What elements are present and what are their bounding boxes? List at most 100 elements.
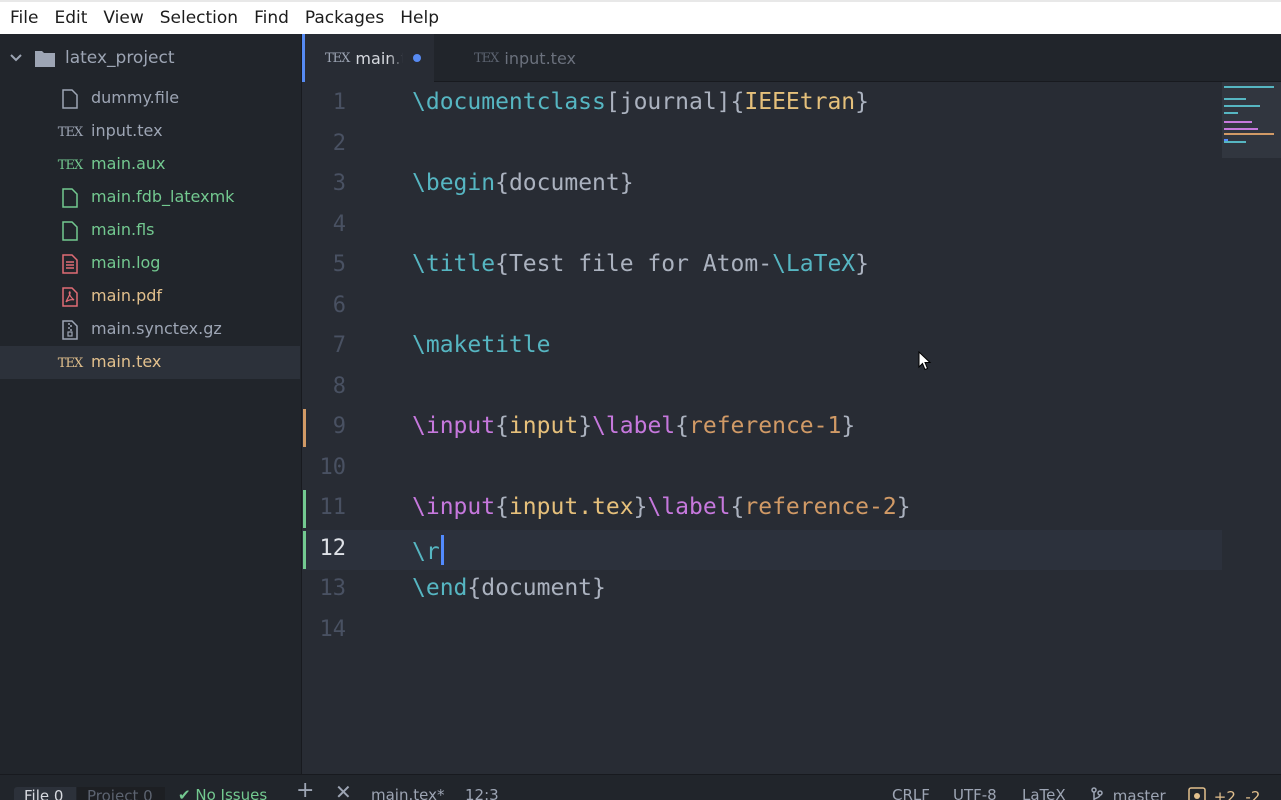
file-label: main.tex	[91, 352, 162, 371]
editor-line[interactable]: 14	[302, 611, 1222, 651]
modified-indicator-icon[interactable]	[413, 54, 422, 62]
editor-line[interactable]: 8	[302, 368, 1222, 408]
chevron-down-icon[interactable]	[10, 52, 22, 64]
editor-line[interactable]: 6	[302, 287, 1222, 327]
minimap[interactable]	[1222, 82, 1281, 158]
linter-file-tab[interactable]: File 0	[14, 787, 76, 800]
syntax-token: Test file for Atom-	[508, 251, 773, 277]
tree-file-item[interactable]: dummy.file	[0, 82, 300, 115]
cursor-position[interactable]: 12:3	[465, 787, 499, 800]
editor-line[interactable]: 2	[302, 125, 1222, 165]
file-icon	[60, 89, 80, 109]
syntax-token: {	[675, 413, 690, 439]
minimap-line	[1224, 141, 1246, 143]
syntax-token: IEEEtran	[744, 89, 856, 115]
file-path[interactable]: main.tex*	[371, 787, 444, 800]
issues-label: No Issues	[195, 786, 268, 800]
editor-line[interactable]: 9 \input{input}\label{reference-1}	[302, 408, 1222, 448]
syntax-token: \LaTeX	[772, 251, 856, 277]
tree-file-item[interactable]: main.log	[0, 247, 300, 280]
syntax-token: }	[855, 251, 870, 277]
line-number: 1	[332, 90, 346, 115]
tab-bar: TEX main.tex TEX input.tex	[302, 34, 1281, 82]
syntax-token: ]{	[716, 89, 745, 115]
line-number: 11	[319, 495, 347, 520]
project-root-folder[interactable]: latex_project	[0, 42, 300, 76]
text-cursor	[440, 534, 444, 565]
tree-file-item[interactable]: TEX main.tex	[0, 346, 300, 379]
folder-icon	[35, 51, 55, 67]
line-number: 3	[332, 171, 346, 196]
syntax-token: input	[508, 413, 579, 439]
menu-selection[interactable]: Selection	[152, 3, 246, 33]
tree-file-item[interactable]: TEX main.aux	[0, 148, 300, 181]
tree-file-item[interactable]: main.pdf	[0, 280, 300, 313]
x-icon[interactable]: ✕	[335, 782, 352, 800]
tree-file-item[interactable]: main.fls	[0, 214, 300, 247]
tex-icon: TEX	[58, 353, 83, 373]
editor-line[interactable]: 7 \maketitle	[302, 327, 1222, 367]
syntax-token: {	[730, 494, 745, 520]
minimap-line	[1224, 98, 1246, 100]
menu-view[interactable]: View	[95, 3, 151, 33]
diff-label: +2, -2	[1213, 788, 1261, 800]
line-number: 4	[332, 211, 346, 237]
file-label: main.fls	[91, 220, 155, 239]
text-editor[interactable]: 1 \documentclass[journal]{IEEEtran} 2 3 \beg…	[302, 82, 1281, 774]
file-icon	[60, 188, 80, 208]
editor-line[interactable]: 11 \input{input.tex}\label{reference-2}	[302, 489, 1222, 529]
code-text: \end{document}	[412, 575, 606, 601]
syntax-token: {	[467, 575, 482, 601]
syntax-token: \label	[592, 413, 676, 439]
code-text: \input{input.tex}\label{reference-2}	[412, 494, 911, 520]
syntax-token: }	[633, 494, 648, 520]
syntax-token: }	[841, 413, 856, 439]
line-number: 12	[319, 535, 347, 561]
zip-file-icon	[60, 320, 80, 340]
code-text: \input{input}\label{reference-1}	[412, 413, 855, 439]
tab-main-tex[interactable]: TEX main.tex	[302, 34, 434, 82]
minimap-line	[1224, 86, 1274, 88]
editor-line[interactable]: 1 \documentclass[journal]{IEEEtran}	[302, 84, 1222, 124]
tab-input-tex[interactable]: TEX input.tex	[454, 34, 584, 82]
tab-title: main.tex	[355, 48, 403, 68]
editor-line[interactable]: 4	[302, 206, 1222, 246]
menu-file[interactable]: File	[2, 3, 46, 33]
git-branch[interactable]: master	[1090, 787, 1166, 800]
file-label: dummy.file	[91, 88, 180, 107]
line-ending-selector[interactable]: CRLF	[892, 787, 930, 800]
editor-line[interactable]: 13 \end{document}	[302, 570, 1222, 610]
syntax-token: }	[619, 170, 634, 196]
minimap-line	[1224, 112, 1238, 114]
file-label: input.tex	[91, 121, 163, 140]
menu-find[interactable]: Find	[246, 3, 297, 33]
plus-icon[interactable]: +	[296, 780, 314, 800]
editor-line[interactable]: 12 \r	[302, 529, 1222, 570]
syntax-token: input.tex	[508, 494, 634, 520]
syntax-token: {	[495, 251, 509, 277]
linter-project-tab[interactable]: Project 0	[77, 787, 165, 800]
line-number: 8	[332, 373, 346, 399]
file-label: main.log	[91, 253, 161, 272]
linter-status[interactable]: ✔ No Issues	[178, 787, 267, 800]
editor-line[interactable]: 10	[302, 449, 1222, 489]
tree-file-item[interactable]: TEX input.tex	[0, 115, 300, 148]
tree-file-item[interactable]: main.fdb_latexmk	[0, 181, 300, 214]
git-diff-status[interactable]: +2, -2	[1188, 787, 1260, 800]
tree-file-item[interactable]: main.synctex.gz	[0, 313, 300, 346]
line-number: 10	[319, 454, 347, 480]
syntax-token: \title	[412, 251, 496, 277]
code-text: \maketitle	[412, 332, 550, 358]
syntax-token: [	[605, 89, 620, 115]
editor-line[interactable]: 5 \title{Test file for Atom-\LaTeX}	[302, 246, 1222, 286]
syntax-token: document	[481, 575, 593, 601]
tree-view: latex_project dummy.file TEX input.tex TEX m…	[0, 34, 302, 774]
grammar-selector[interactable]: LaTeX	[1022, 787, 1066, 800]
encoding-selector[interactable]: UTF-8	[953, 787, 997, 800]
line-number: 2	[332, 130, 346, 156]
menu-help[interactable]: Help	[392, 3, 447, 33]
file-label: main.pdf	[91, 286, 163, 305]
editor-line[interactable]: 3 \begin{document}	[302, 165, 1222, 205]
menu-packages[interactable]: Packages	[297, 3, 392, 33]
menu-edit[interactable]: Edit	[46, 3, 95, 33]
